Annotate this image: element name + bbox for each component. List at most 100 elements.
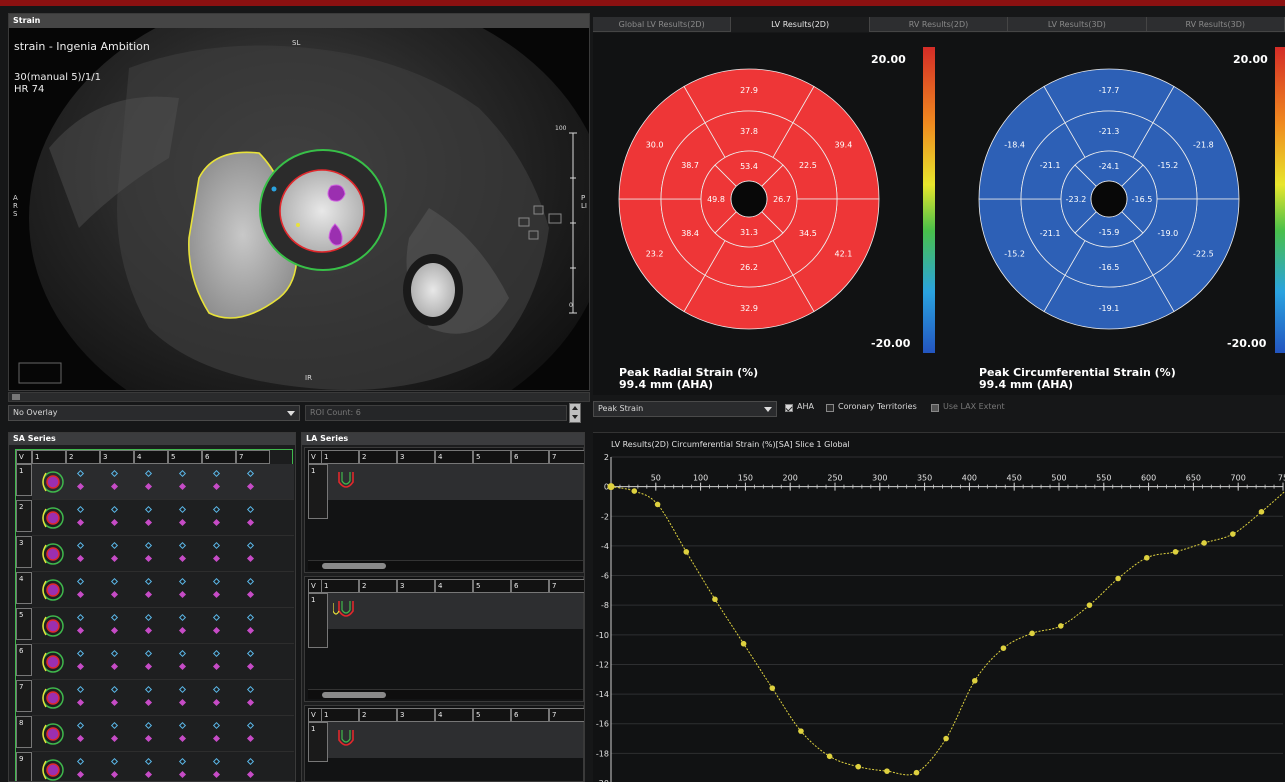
tab-4[interactable]: LV Results(3D) — [1008, 17, 1147, 32]
la-row-label[interactable]: 1 — [308, 593, 328, 648]
sa-row-label[interactable]: 1 — [16, 464, 32, 496]
sa-series-grid[interactable]: V1234567123456789 — [15, 449, 294, 781]
la-column-header: V — [308, 579, 322, 593]
la-column-header: 4 — [435, 450, 473, 464]
endo-contour-icon — [46, 691, 60, 705]
frame-marker-icon — [212, 757, 221, 766]
circ-segment-value: -18.4 — [1004, 141, 1025, 150]
la-column-header: 7 — [549, 450, 584, 464]
strain-data-point — [1000, 645, 1007, 651]
strain-data-point — [1057, 623, 1064, 629]
la-column-header: 6 — [511, 579, 549, 593]
sa-table-row[interactable] — [32, 572, 294, 608]
peak-strain-dropdown[interactable]: Peak Strain — [593, 401, 777, 417]
radial-segment-value: 42.1 — [834, 250, 852, 259]
sa-table-row[interactable] — [32, 716, 294, 752]
la-column-header: 1 — [321, 708, 359, 722]
roi-spinner[interactable] — [569, 403, 581, 423]
endo-contour-icon — [46, 547, 60, 561]
sa-column-header: 6 — [202, 450, 236, 464]
frame-marker-icon — [76, 469, 85, 478]
sa-row-label[interactable]: 6 — [16, 644, 32, 676]
viewer-scrollbar[interactable] — [8, 392, 590, 402]
sa-row-label[interactable]: 5 — [16, 608, 32, 640]
display-controls: Peak Strain AHA Coronary Territories Use… — [593, 401, 1285, 419]
la-horizontal-scrollbar[interactable] — [308, 689, 583, 699]
radial-segment-value: 38.4 — [681, 229, 699, 238]
la-horizontal-scrollbar[interactable] — [308, 560, 583, 570]
sa-row-label[interactable]: 9 — [16, 752, 32, 781]
image-viewer[interactable]: Strain strain - Ingenia Ambition 30(manu… — [8, 13, 590, 391]
ruler-zero: 0 — [569, 302, 573, 309]
sa-table-row[interactable] — [32, 608, 294, 644]
sa-series-title: SA Series — [9, 433, 295, 445]
sa-table-row[interactable] — [32, 644, 294, 680]
radial-segment-value: 26.2 — [740, 263, 758, 272]
tab-1[interactable]: Global LV Results(2D) — [593, 17, 732, 32]
frame-marker-icon — [246, 613, 255, 622]
strain-data-point — [769, 685, 776, 691]
frame-marker-icon — [212, 590, 221, 599]
frame-marker-icon — [212, 518, 221, 527]
y-tick-label: -16 — [596, 720, 609, 729]
la-series-block[interactable]: V12345671 — [304, 705, 584, 781]
y-tick-label: 2 — [604, 453, 609, 462]
viewer-scroll-thumb[interactable] — [12, 394, 20, 400]
la-series-block[interactable]: V12345671 — [304, 447, 584, 573]
frame-marker-icon — [246, 482, 255, 491]
sa-row-label[interactable]: 8 — [16, 716, 32, 748]
strain-data-point — [1144, 554, 1150, 561]
la-series-block[interactable]: V12345671 — [304, 576, 584, 702]
radial-segment-value: 37.8 — [740, 127, 758, 136]
sa-table-row[interactable] — [32, 500, 294, 536]
la-row-label[interactable]: 1 — [308, 464, 328, 519]
frame-marker-icon — [178, 770, 187, 779]
sa-row-label[interactable]: 7 — [16, 680, 32, 712]
la-scroll-thumb[interactable] — [322, 563, 386, 569]
radial-segment-value: 22.5 — [799, 161, 817, 170]
tab-3[interactable]: RV Results(2D) — [870, 17, 1009, 32]
la-scroll-thumb[interactable] — [322, 692, 386, 698]
sa-table-row[interactable] — [32, 680, 294, 716]
la-rv-icon — [333, 603, 340, 615]
frame-marker-icon — [76, 698, 85, 707]
frame-marker-icon — [246, 734, 255, 743]
frame-marker-icon — [178, 757, 187, 766]
sa-row-label[interactable]: 4 — [16, 572, 32, 604]
strain-data-point — [884, 768, 890, 774]
frame-marker-icon — [246, 685, 255, 694]
sa-row-label[interactable]: 3 — [16, 536, 32, 568]
la-endo-icon — [338, 730, 354, 746]
la-column-header: 4 — [435, 708, 473, 722]
frame-marker-icon — [110, 482, 119, 491]
frame-marker-icon — [246, 770, 255, 779]
sa-table-row[interactable] — [32, 464, 294, 500]
results-tabs: Global LV Results(2D) LV Results(2D) RV Re… — [593, 17, 1285, 32]
coronary-checkbox[interactable] — [826, 404, 834, 412]
overlay-dropdown[interactable]: No Overlay — [8, 405, 300, 421]
lax-checkbox[interactable] — [931, 404, 939, 412]
x-tick-label: 350 — [917, 474, 932, 483]
strain-curve-chart[interactable]: LV Results(2D) Circumferential Strain (%… — [593, 433, 1285, 782]
aha-checkbox[interactable] — [785, 404, 793, 412]
strain-data-point — [913, 769, 920, 776]
tab-5[interactable]: RV Results(3D) — [1147, 17, 1285, 32]
circ-segment-value: -22.5 — [1193, 250, 1214, 259]
strain-data-point — [1258, 509, 1265, 515]
sa-column-header: 7 — [236, 450, 270, 464]
sa-column-header: 4 — [134, 450, 168, 464]
radial-caption-sub: 99.4 mm (AHA) — [619, 378, 714, 391]
radial-segment-value: 30.0 — [646, 141, 664, 150]
tab-2[interactable]: LV Results(2D) — [731, 17, 870, 32]
sa-row-label[interactable]: 2 — [16, 500, 32, 532]
la-row-label[interactable]: 1 — [308, 722, 328, 762]
roi-count-field[interactable]: ROI Count: 6 — [305, 405, 567, 421]
sa-table-row[interactable] — [32, 752, 294, 781]
la-series-list[interactable]: V12345671V12345671V12345671 — [304, 447, 584, 781]
la-column-header: 5 — [473, 579, 511, 593]
sa-table-row[interactable] — [32, 536, 294, 572]
frame-marker-icon — [246, 626, 255, 635]
frame-marker-icon — [110, 613, 119, 622]
strain-data-point — [740, 640, 747, 647]
frame-marker-icon — [212, 685, 221, 694]
